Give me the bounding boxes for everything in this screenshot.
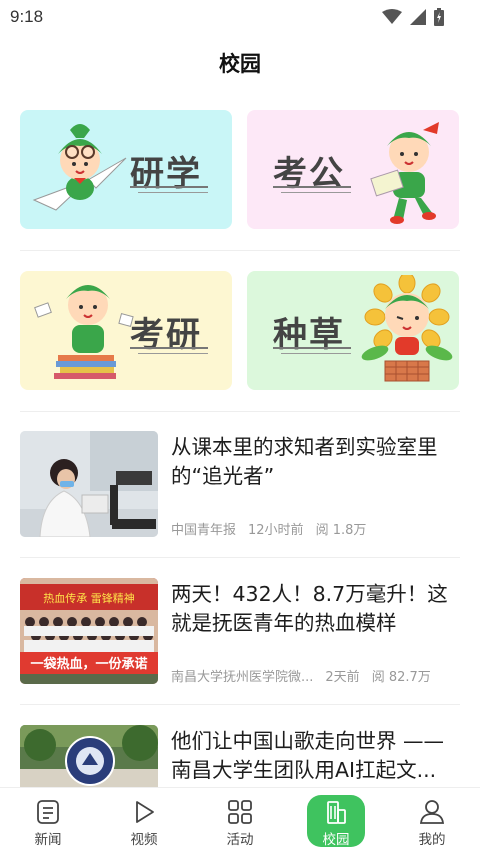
card-underline: [138, 353, 208, 354]
news-thumbnail: 热血传承 雷锋精神 一袋热血，一份承诺: [20, 578, 158, 684]
news-title: 从课本里的求知者到实验室里的“追光者”: [171, 435, 438, 488]
campus-photo-image: [20, 725, 158, 787]
card-kaogong[interactable]: 考公: [247, 110, 459, 229]
battery-icon: [434, 8, 444, 26]
thumb-slogan-text: 一袋热血，一份承诺: [30, 656, 147, 672]
nav-item-news[interactable]: 新闻: [0, 788, 96, 853]
views-prefix: 阅: [371, 670, 385, 685]
thumb-banner-text: 热血传承 雷锋精神: [43, 591, 135, 605]
card-underline: [281, 353, 351, 354]
card-underline: [130, 347, 208, 349]
card-underline: [273, 186, 351, 188]
nav-label: 新闻: [34, 832, 62, 848]
news-views: 阅 82.7万: [372, 666, 431, 685]
nav-label: 校园: [322, 832, 350, 848]
nav-item-video[interactable]: 视频: [96, 788, 192, 853]
nav-item-profile[interactable]: 我的: [384, 788, 480, 853]
card-underline: [281, 192, 351, 193]
news-time: 2天前: [325, 670, 360, 685]
card-zhongcao[interactable]: 种草: [247, 271, 459, 390]
divider: [20, 704, 460, 705]
news-source: 南昌大学抚州医学院微...: [171, 670, 314, 685]
news-source: 中国青年报: [171, 523, 237, 538]
views-count: 82.7万: [388, 670, 431, 685]
news-views: 阅 1.8万: [316, 519, 367, 538]
divider: [20, 557, 460, 558]
group-photo-image: 热血传承 雷锋精神 一袋热血，一份承诺: [20, 578, 158, 684]
bottom-nav: 新闻 视频 活动 校园 我的: [0, 787, 480, 853]
campus-icon: [327, 801, 346, 824]
video-icon: [136, 801, 154, 823]
nav-label: 视频: [130, 832, 158, 848]
mascot-books-illustration: [34, 285, 134, 379]
card-underline: [130, 186, 208, 188]
news-title: 他们让中国山歌走向世界 ——南昌大学生团队用AI扛起文...: [171, 729, 445, 782]
activity-icon: [228, 800, 252, 824]
views-prefix: 阅: [315, 523, 329, 538]
mascot-plane-illustration: [32, 124, 127, 211]
wifi-icon: [382, 9, 402, 24]
divider: [20, 411, 460, 412]
news-thumbnail: [20, 725, 158, 787]
mascot-reading-illustration: [370, 122, 439, 224]
news-icon: [37, 800, 59, 824]
status-icons: [382, 8, 444, 26]
news-item[interactable]: 从课本里的求知者到实验室里的“追光者” 中国青年报 12小时前 阅 1.8万: [20, 431, 460, 539]
nav-item-activity[interactable]: 活动: [192, 788, 288, 853]
news-time: 12小时前: [248, 523, 304, 538]
views-count: 1.8万: [332, 523, 367, 538]
nav-label: 活动: [226, 832, 254, 848]
mascot-sunflower-illustration: [361, 275, 453, 382]
page-title: 校园: [219, 52, 261, 76]
card-underline: [273, 347, 351, 349]
lab-photo-image: [20, 431, 158, 537]
news-item[interactable]: 热血传承 雷锋精神 一袋热血，一份承诺 两天！432人！8.7万毫升！这就是抚医…: [20, 578, 460, 686]
divider: [20, 250, 460, 251]
card-yanxue[interactable]: 研学: [20, 110, 232, 229]
news-meta: 中国青年报 12小时前 阅 1.8万: [171, 519, 366, 538]
news-thumbnail: [20, 431, 158, 537]
signal-icon: [410, 9, 426, 25]
news-title: 两天！432人！8.7万毫升！这就是抚医青年的热血模样: [171, 582, 448, 635]
nav-item-campus[interactable]: 校园: [288, 788, 384, 853]
card-underline: [138, 192, 208, 193]
profile-icon: [419, 800, 445, 824]
card-kaoyan[interactable]: 考研: [20, 271, 232, 390]
status-time: 9:18: [10, 7, 44, 26]
status-bar: 9:18: [0, 0, 480, 34]
news-meta: 南昌大学抚州医学院微... 2天前 阅 82.7万: [171, 666, 431, 685]
nav-label: 我的: [418, 832, 446, 848]
